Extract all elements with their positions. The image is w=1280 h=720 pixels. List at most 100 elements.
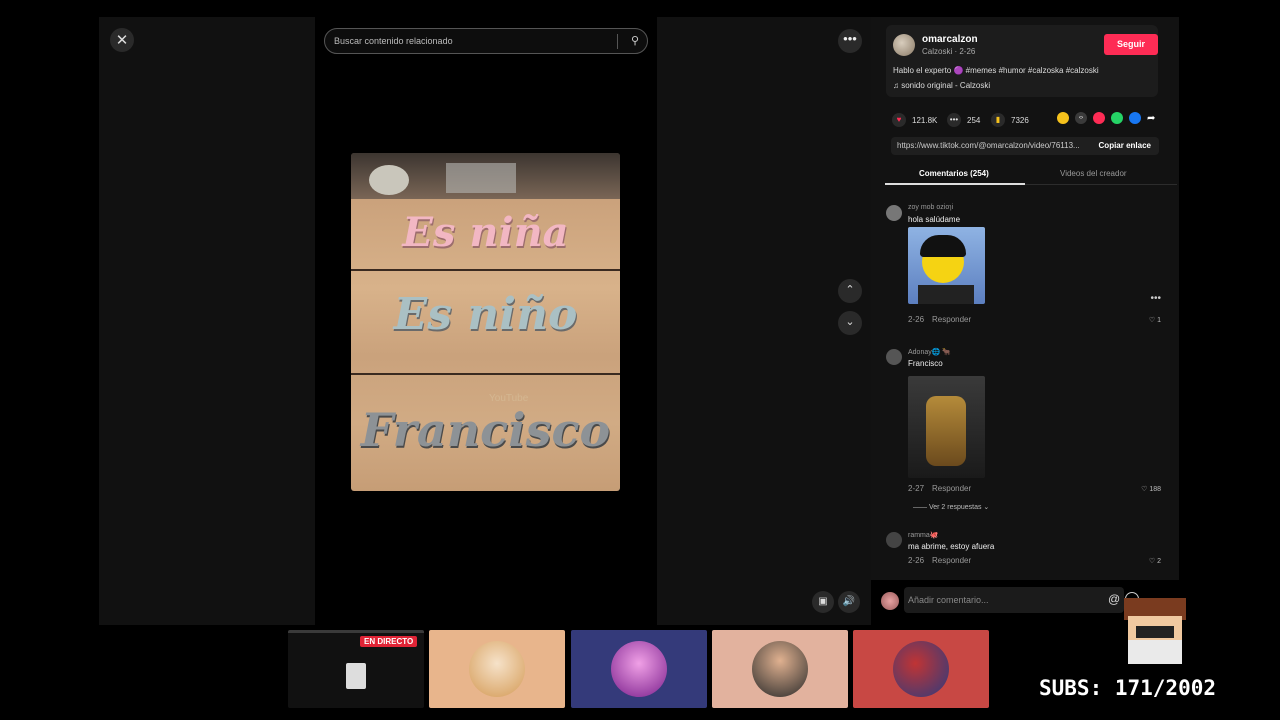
comment-sticker xyxy=(908,227,985,304)
heart-icon: ♥ xyxy=(892,113,906,127)
comment-date: 2-27 xyxy=(908,484,925,493)
comment-like[interactable]: ♡ 2 xyxy=(1149,557,1161,565)
emoji-body xyxy=(918,285,974,304)
video-text-3: Francisco xyxy=(360,403,611,457)
video-top-objects xyxy=(351,153,620,199)
comment-input[interactable]: Añadir comentario... xyxy=(904,587,1124,613)
like-count: 121.8K xyxy=(912,115,938,125)
mascot-mask xyxy=(1136,626,1174,638)
more-options-button[interactable]: ••• xyxy=(838,29,862,53)
comment-text: hola salúdame xyxy=(908,215,961,224)
share-link-url: https://www.tiktok.com/@omarcalzon/video… xyxy=(897,141,1080,150)
comment-options-icon[interactable]: ••• xyxy=(1150,293,1161,304)
live-badge: EN DIRECTO xyxy=(360,636,418,647)
save-count: 7326 xyxy=(1011,115,1029,125)
avatar-circle xyxy=(611,641,667,697)
video-player[interactable]: Es niña Es niño Francisco YouTube xyxy=(351,153,620,491)
reply-button[interactable]: Responder xyxy=(932,315,971,324)
view-replies-label: Ver 2 respuestas ⌄ xyxy=(928,504,990,511)
comment-item: Adonay🌐 🐂 Francisco 2-27 Responder ♡ 188 … xyxy=(885,348,1175,518)
video-text-1: Es niña xyxy=(402,209,569,256)
comment-item: zoy mob ozioɿi hola salúdame 2-26 Respond… xyxy=(885,204,1175,324)
dog-figure xyxy=(926,396,966,466)
send-share-icon[interactable] xyxy=(1093,112,1105,124)
tab-comments[interactable]: Comentarios (254) xyxy=(919,169,989,178)
comment-count: 254 xyxy=(967,115,981,125)
comment-avatar[interactable] xyxy=(886,349,902,365)
creator-avatar[interactable] xyxy=(893,34,915,56)
subs-counter: SUBS: 171/2002 xyxy=(1039,676,1217,700)
comment-like[interactable]: ♡ 188 xyxy=(1141,485,1161,493)
avatar-card-2 xyxy=(571,630,707,708)
share-link-box: https://www.tiktok.com/@omarcalzon/video… xyxy=(891,137,1159,155)
sound-label[interactable]: ♫ sonido original - Calzoski xyxy=(893,81,990,90)
view-replies-button[interactable]: —— Ver 2 respuestas ⌄ xyxy=(913,503,989,511)
avatar-card-1 xyxy=(429,630,565,708)
bookmark-icon: ▮ xyxy=(991,113,1005,127)
comment-avatar[interactable] xyxy=(886,205,902,221)
embed-icon[interactable]: ‹› xyxy=(1075,112,1087,124)
comment-stat[interactable]: ••• 254 xyxy=(947,113,980,127)
comment-image xyxy=(908,376,985,478)
copy-link-button[interactable]: Copiar enlace xyxy=(1099,137,1151,155)
comment-icon: ••• xyxy=(947,113,961,127)
next-video-button[interactable]: ⌄ xyxy=(838,311,862,335)
comment-username[interactable]: Adonay🌐 🐂 xyxy=(908,348,951,356)
follow-button[interactable]: Seguir xyxy=(1104,34,1158,55)
left-backdrop xyxy=(99,17,315,625)
comment-date: 2-26 xyxy=(908,556,925,565)
comment-item: ramma🐙 ma abrime, estoy afuera 2-26 Respo… xyxy=(885,531,1175,571)
avatar-card-3 xyxy=(712,630,848,708)
facebook-icon[interactable] xyxy=(1129,112,1141,124)
active-tab-indicator xyxy=(885,183,1025,185)
creator-username[interactable]: omarcalzon xyxy=(922,34,978,45)
comment-meta: 2-26 Responder xyxy=(908,315,979,324)
volume-button[interactable]: 🔊 xyxy=(838,591,860,613)
reply-button[interactable]: Responder xyxy=(932,556,971,565)
comment-username[interactable]: zoy mob ozioɿi xyxy=(908,204,953,211)
close-icon: ✕ xyxy=(115,32,129,49)
comment-meta: 2-26 Responder xyxy=(908,556,979,565)
plastic-bag xyxy=(446,163,516,193)
search-icon[interactable]: ⚲ xyxy=(631,34,639,47)
video-text-2: Es niño xyxy=(393,289,578,340)
close-button[interactable]: ✕ xyxy=(110,28,134,52)
volume-icon: 🔊 xyxy=(842,596,856,607)
user-avatar xyxy=(881,592,899,610)
comment-text: ma abrime, estoy afuera xyxy=(908,542,995,551)
avatar-circle xyxy=(893,641,949,697)
video-caption: Hablo el experto 🟣 #memes #humor #calzos… xyxy=(893,66,1099,75)
streamer-icon xyxy=(346,663,366,689)
mascot-body xyxy=(1128,640,1182,664)
like-stat[interactable]: ♥ 121.8K xyxy=(892,113,937,127)
previous-video-button[interactable]: ⌃ xyxy=(838,279,862,303)
creator-card: omarcalzon Calzoski · 2-26 Seguir Hablo … xyxy=(886,25,1158,97)
avatar-circle xyxy=(469,641,525,697)
avatar-card-4 xyxy=(853,630,989,708)
comment-text: Francisco xyxy=(908,359,943,368)
whatsapp-icon[interactable] xyxy=(1111,112,1123,124)
video-watermark: YouTube xyxy=(489,393,529,404)
comment-like-count: 2 xyxy=(1157,558,1161,565)
tab-creator-videos[interactable]: Videos del creador xyxy=(1060,169,1127,178)
emoji-hair xyxy=(920,235,966,257)
details-panel: omarcalzon Calzoski · 2-26 Seguir Hablo … xyxy=(871,17,1179,580)
chevron-up-icon: ⌃ xyxy=(845,284,855,296)
comment-username[interactable]: ramma🐙 xyxy=(908,531,939,539)
avatar-circle xyxy=(752,641,808,697)
pip-button[interactable]: ▣ xyxy=(812,591,834,613)
chevron-down-icon: ⌄ xyxy=(845,316,855,328)
reply-button[interactable]: Responder xyxy=(932,484,971,493)
tape-roll xyxy=(369,165,409,195)
comment-meta: 2-27 Responder xyxy=(908,484,979,493)
save-stat[interactable]: ▮ 7326 xyxy=(991,113,1029,127)
comment-like-count: 1 xyxy=(1157,317,1161,324)
coin-share-icon[interactable] xyxy=(1057,112,1069,124)
comment-like[interactable]: ♡ 1 xyxy=(1149,316,1161,324)
search-input[interactable]: Buscar contenido relacionado ⚲ xyxy=(324,28,648,54)
share-arrow-icon[interactable]: ➦ xyxy=(1147,113,1155,124)
creator-subline: Calzoski · 2-26 xyxy=(922,47,976,56)
pixel-mascot xyxy=(1116,598,1194,668)
comment-avatar[interactable] xyxy=(886,532,902,548)
live-thumbnail: EN DIRECTO xyxy=(288,630,424,708)
